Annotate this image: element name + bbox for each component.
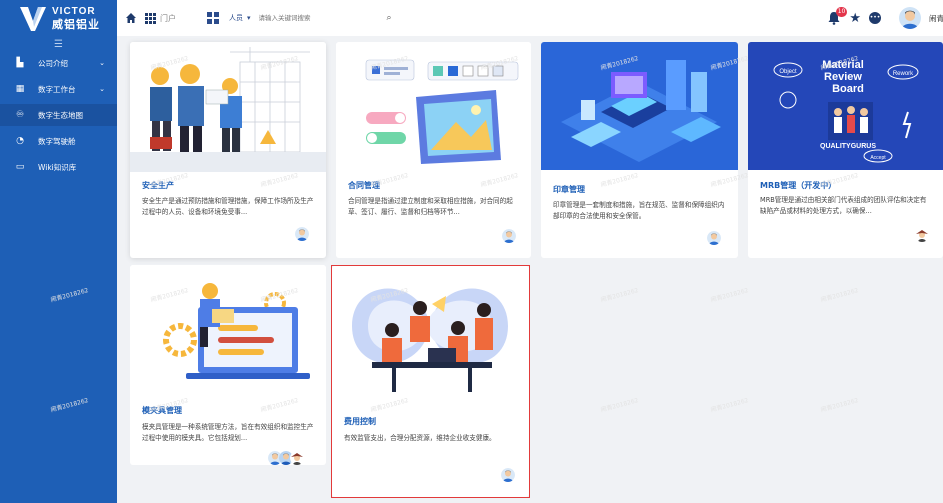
mrb-image-text: Review	[824, 71, 862, 83]
owner-avatar	[295, 227, 309, 241]
watermark-text: 闹青2018262	[600, 287, 640, 304]
ecosystem-icon: ♾	[15, 110, 25, 120]
card-description: MRB管理是通过由相关部门代表组成的团队评估和决定有缺陷产品或材料的处理方式，以…	[760, 196, 927, 215]
search-icon[interactable]: ⌕	[387, 13, 392, 23]
apps-grid-icon[interactable]	[145, 12, 156, 24]
scope-grid-icon	[207, 12, 219, 24]
sidebar-item[interactable]: ◔ 数字驾驶舱	[0, 130, 117, 152]
card-description: 模夹具管理是一种系统管理方法，旨在有效组织和监控生产过程中使用的模夹具。它包括规…	[142, 423, 314, 442]
sidebar-item[interactable]: ▭ Wiki知识库	[0, 156, 117, 178]
logo-text-en: VICTOR	[52, 5, 96, 17]
app-card-mrb[interactable]: Material Review Board Object Rework QUAL…	[748, 42, 943, 258]
watermark-text: 闹青2018262	[600, 397, 640, 414]
watermark-text: 闹青2018262	[710, 287, 750, 304]
sidebar: VICTOR 威铝铝业 ☰ ▙ 公司介绍 ⌄ ▦ 数字工作台 ⌄ ♾ 数字生态地图 ◔ 数字驾驶舱…	[0, 0, 117, 503]
selection-highlight	[331, 265, 530, 498]
cockpit-icon: ◔	[16, 136, 24, 146]
chevron-down-icon: ▾	[247, 14, 251, 22]
search-input[interactable]	[258, 10, 387, 26]
mrb-accept-label: Accept	[870, 155, 886, 161]
chevron-down-icon: ⌄	[99, 85, 105, 93]
owner-avatars	[268, 451, 304, 465]
search-scope-value: 人员	[229, 14, 243, 22]
card-description: 安全生产是通过预防措施和管理措施，保障工作场所及生产过程中的人员、设备和环境免受…	[142, 197, 314, 216]
logo-text-cn: 威铝铝业	[52, 17, 100, 31]
portal-label[interactable]: 门户	[160, 13, 176, 24]
company-logo[interactable]: VICTOR 威铝铝业	[0, 0, 117, 36]
owner-avatar	[502, 229, 516, 243]
top-bar: 门户 人员 ▾ ⌕ 10 ★ ••• 闹青	[117, 0, 943, 36]
username[interactable]: 闹青	[929, 13, 943, 24]
building-icon: ▙	[16, 58, 24, 68]
watermark-text: 闹青2018262	[710, 397, 750, 414]
notification-badge: 10	[835, 7, 848, 17]
watermark-text: 闹青2018262	[820, 397, 860, 414]
app-card-seal[interactable]: 印章管理 印章管理是一套制度和措施，旨在规范、监督和保障组织内部印章的合法使用和…	[541, 42, 738, 258]
mrb-brand-label: QUALITYGURUS	[820, 143, 876, 150]
app-card-safety[interactable]: 安全生产 安全生产是通过预防措施和管理措施，保障工作场所及生产过程中的人员、设备…	[130, 42, 326, 258]
logo-mark-icon	[18, 3, 48, 33]
owner-avatar	[915, 228, 929, 242]
sidebar-item-label: Wiki知识库	[38, 162, 77, 172]
sidebar-item-label: 数字工作台	[38, 84, 76, 94]
mrb-image-text: Board	[832, 83, 864, 95]
sidebar-item[interactable]: ▦ 数字工作台 ⌄	[0, 78, 117, 100]
user-avatar[interactable]	[899, 7, 921, 29]
sidebar-item-label: 公司介绍	[38, 58, 68, 68]
mrb-object-label: Object	[779, 69, 797, 75]
search-bar: 人员 ▾ ⌕	[207, 10, 392, 26]
owner-avatar	[707, 231, 721, 245]
favorites-star-icon[interactable]: ★	[849, 11, 861, 26]
sidebar-item[interactable]: ▙ 公司介绍 ⌄	[0, 52, 117, 74]
menu-collapse-icon[interactable]: ☰	[0, 36, 117, 52]
notification-bell-icon[interactable]: 10	[827, 7, 848, 25]
message-icon[interactable]: •••	[869, 12, 881, 24]
search-scope-select[interactable]: 人员 ▾	[229, 13, 251, 23]
card-title[interactable]: 印章管理	[553, 184, 585, 195]
sidebar-item[interactable]: ♾ 数字生态地图	[0, 104, 117, 126]
workbench-icon: ▦	[15, 84, 25, 94]
sidebar-item-label: 数字驾驶舱	[38, 136, 76, 146]
owner-avatar	[290, 451, 304, 465]
card-description: 合同管理是指通过建立制度和采取相应措施，对合同的起草、签订、履行、监督和归档等环…	[348, 197, 513, 216]
watermark-text: 闹青2018262	[820, 287, 860, 304]
card-description: 印章管理是一套制度和措施，旨在规范、监督和保障组织内部印章的合法使用和安全保管。	[553, 201, 725, 220]
mrb-rework-label: Rework	[893, 71, 914, 77]
app-card-contract[interactable]: 合同管理 合同管理是指通过建立制度和采取相应措施，对合同的起草、签订、履行、监督…	[336, 42, 531, 258]
book-icon: ▭	[15, 162, 25, 172]
home-icon[interactable]	[125, 12, 137, 24]
chevron-down-icon: ⌄	[99, 59, 105, 67]
sidebar-item-label: 数字生态地图	[38, 110, 83, 120]
